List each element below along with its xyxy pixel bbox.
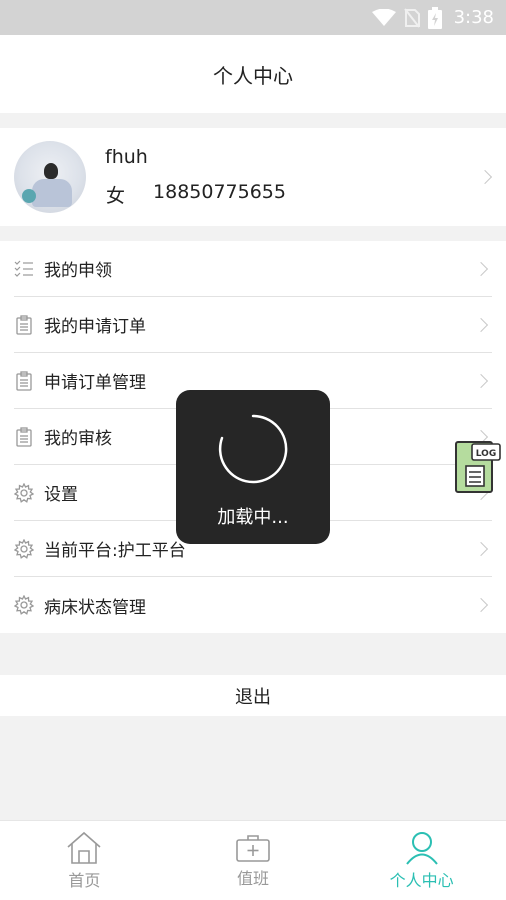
log-icon: LOG xyxy=(455,441,501,493)
menu-item-label: 设置 xyxy=(44,485,78,505)
avatar-figure-body xyxy=(32,179,72,207)
loading-text: 加载中... xyxy=(217,507,289,528)
menu-item-bed-status[interactable]: 病床状态管理 xyxy=(14,577,492,633)
profile-phone: 18850775655 xyxy=(153,181,286,203)
wifi-icon xyxy=(371,8,396,26)
profile-name: fhuh xyxy=(105,146,148,168)
chevron-right-icon xyxy=(473,373,489,389)
log-floating-button[interactable]: LOG xyxy=(454,438,502,494)
no-sim-icon xyxy=(403,7,420,28)
menu-item-my-claims[interactable]: 我的申领 xyxy=(14,241,492,297)
page-title: 个人中心 xyxy=(213,63,293,88)
home-icon xyxy=(67,831,101,864)
gear-icon xyxy=(14,595,34,615)
log-label: LOG xyxy=(476,449,496,459)
list-icon xyxy=(14,259,34,279)
status-bar: 3:38 xyxy=(0,0,506,35)
tab-duty[interactable]: 值班 xyxy=(169,821,338,900)
avatar-figure-head xyxy=(44,163,58,179)
gear-icon xyxy=(14,482,34,503)
logout-button[interactable]: 退出 xyxy=(0,675,506,716)
chevron-right-icon xyxy=(473,541,489,557)
clipboard-icon xyxy=(14,370,34,391)
spinner-icon xyxy=(218,414,288,484)
tab-label: 值班 xyxy=(237,868,270,888)
tab-profile[interactable]: 个人中心 xyxy=(337,821,506,900)
profile-card[interactable] xyxy=(0,128,506,226)
chevron-right-icon xyxy=(473,261,489,277)
menu-item-label: 我的审核 xyxy=(44,429,112,449)
menu-item-label: 申请订单管理 xyxy=(44,373,146,393)
loading-dialog: 加载中... xyxy=(176,390,330,544)
profile-details: 女 18850775655 xyxy=(106,181,286,208)
page-header: 个人中心 xyxy=(0,35,506,113)
medical-kit-icon xyxy=(236,834,270,862)
tab-home[interactable]: 首页 xyxy=(0,821,169,900)
menu-item-label: 当前平台:护工平台 xyxy=(44,541,186,561)
tab-label: 个人中心 xyxy=(389,870,454,890)
menu-item-label: 病床状态管理 xyxy=(44,597,146,618)
chevron-right-icon xyxy=(473,317,489,333)
person-icon xyxy=(405,831,438,865)
chevron-right-icon xyxy=(473,597,489,613)
profile-gender: 女 xyxy=(106,185,126,207)
menu-item-label: 我的申请订单 xyxy=(44,317,146,337)
tab-label: 首页 xyxy=(68,870,101,890)
status-time: 3:38 xyxy=(453,7,494,28)
clipboard-icon xyxy=(14,426,34,447)
gear-icon xyxy=(14,538,34,559)
battery-charging-icon xyxy=(427,6,442,29)
avatar[interactable] xyxy=(14,141,86,213)
avatar-flower xyxy=(22,189,36,203)
menu-item-my-orders[interactable]: 我的申请订单 xyxy=(14,297,492,353)
logout-label: 退出 xyxy=(235,686,271,708)
clipboard-icon xyxy=(14,314,34,335)
menu-item-label: 我的申领 xyxy=(44,261,112,281)
bottom-tab-bar: 首页 值班 个人中心 xyxy=(0,820,506,900)
